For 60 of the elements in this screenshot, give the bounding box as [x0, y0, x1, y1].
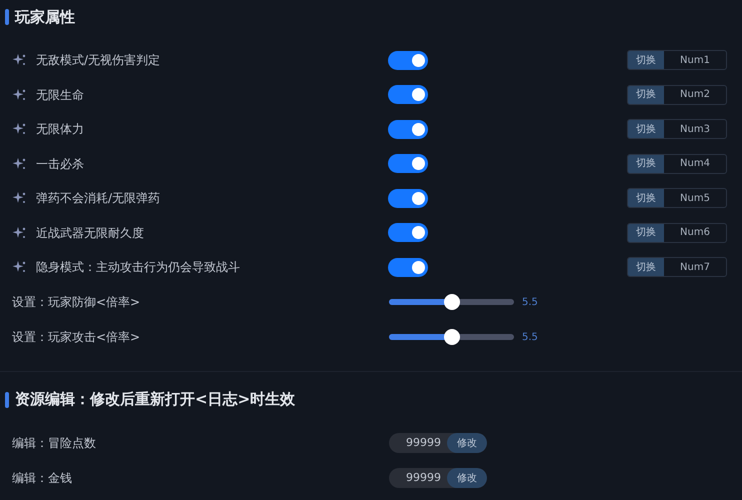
hotkey-button[interactable]: Num5: [664, 189, 726, 208]
hotkey-field[interactable]: 切换 Num2: [627, 84, 727, 105]
hotkey-label: 切换: [628, 224, 664, 242]
modify-button[interactable]: 修改: [447, 468, 487, 488]
toggle-switch[interactable]: [388, 50, 428, 70]
sparkle-icon: [12, 53, 26, 68]
sparkle-icon: [12, 226, 26, 240]
toggle-switch[interactable]: [388, 188, 428, 208]
section-title: 资源编辑：修改后重新打开<日志>时生效: [15, 389, 296, 410]
section-title: 玩家属性: [15, 6, 75, 28]
hotkey-field[interactable]: 切换 Num3: [627, 119, 727, 140]
hotkey-field[interactable]: 切换 Num1: [627, 50, 727, 70]
slider[interactable]: [389, 329, 514, 345]
setting-label: 设置：玩家防御<倍率>: [12, 294, 142, 311]
hotkey-button[interactable]: Num2: [664, 86, 726, 104]
hotkey-button[interactable]: Num7: [664, 258, 726, 276]
option-label: 一击必杀: [36, 156, 84, 173]
hotkey-button[interactable]: Num4: [664, 154, 726, 173]
hotkey-button[interactable]: Num3: [664, 120, 726, 138]
slider-thumb[interactable]: [444, 329, 460, 345]
sparkle-icon: [12, 191, 26, 206]
hotkey-label: 切换: [628, 258, 664, 276]
hotkey-button[interactable]: Num1: [664, 51, 726, 70]
toggle-switch[interactable]: [388, 154, 428, 174]
hotkey-button[interactable]: Num6: [664, 224, 726, 242]
edit-label: 编辑：金钱: [12, 470, 73, 487]
value-field[interactable]: 99999 修改: [389, 468, 487, 488]
hotkey-label: 切换: [628, 189, 664, 208]
edit-label: 编辑：冒险点数: [12, 435, 97, 452]
sparkle-icon: [12, 260, 26, 274]
option-label: 隐身模式：主动攻击行为仍会导致战斗: [36, 259, 240, 276]
option-label: 无敌模式/无视伤害判定: [36, 52, 160, 70]
hotkey-label: 切换: [628, 51, 664, 70]
sparkle-icon: [12, 156, 26, 171]
hotkey-label: 切换: [628, 120, 664, 138]
option-label: 无限体力: [36, 121, 84, 138]
option-label: 弹药不会消耗/无限弹药: [36, 190, 160, 208]
value-field[interactable]: 99999 修改: [389, 433, 487, 453]
hotkey-field[interactable]: 切换 Num4: [627, 154, 727, 174]
hotkey-field[interactable]: 切换 Num5: [627, 188, 727, 208]
hotkey-field[interactable]: 切换 Num6: [627, 222, 727, 243]
sparkle-icon: [12, 122, 26, 136]
toggle-switch[interactable]: [388, 85, 428, 104]
toggle-switch[interactable]: [388, 258, 428, 277]
toggle-switch[interactable]: [388, 223, 428, 242]
slider-value: 5.5: [522, 296, 538, 310]
option-label: 无限生命: [36, 86, 84, 104]
sparkle-icon: [12, 88, 26, 102]
option-label: 近战武器无限耐久度: [36, 224, 144, 242]
hotkey-field[interactable]: 切换 Num7: [627, 257, 727, 278]
hotkey-label: 切换: [628, 154, 664, 173]
slider-thumb[interactable]: [444, 294, 460, 310]
toggle-switch[interactable]: [388, 120, 428, 139]
section-marker: [5, 9, 9, 25]
hotkey-label: 切换: [628, 86, 664, 104]
slider-value: 5.5: [522, 330, 538, 344]
section-marker: [5, 392, 9, 408]
modify-button[interactable]: 修改: [447, 433, 487, 453]
slider[interactable]: [389, 294, 514, 310]
setting-label: 设置：玩家攻击<倍率>: [12, 329, 142, 346]
